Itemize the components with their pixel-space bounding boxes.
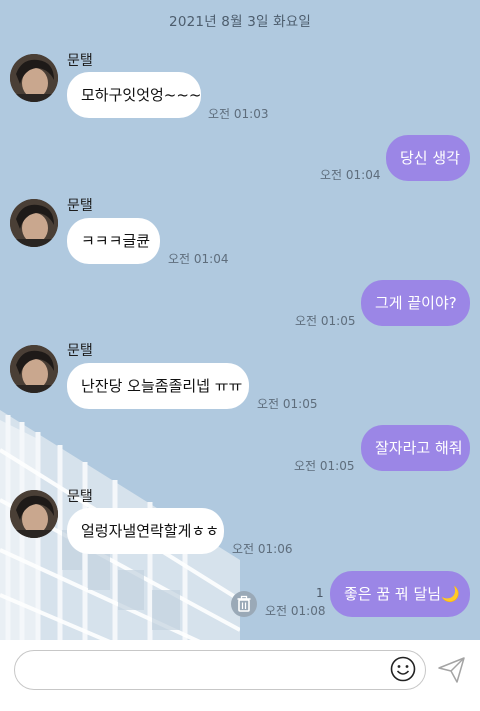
message-time: 오전 01:06: [232, 542, 293, 556]
avatar[interactable]: [10, 54, 58, 102]
unread-count: 1: [316, 586, 324, 600]
avatar[interactable]: [10, 199, 58, 247]
avatar[interactable]: [10, 345, 58, 393]
message-time: 오전 01:05: [295, 314, 356, 328]
message-time: 오전 01:05: [294, 459, 355, 473]
sender-name: 문탤: [67, 343, 93, 359]
message-time: 오전 01:08: [265, 604, 326, 618]
message-time: 오전 01:05: [257, 397, 318, 411]
message-bubble-outgoing[interactable]: 당신 생각: [386, 135, 470, 181]
message-input[interactable]: [29, 651, 383, 690]
emoji-icon[interactable]: [390, 656, 416, 682]
message-time: 오전 01:03: [208, 107, 269, 121]
sender-name: 문탤: [67, 489, 93, 505]
sender-name: 문탤: [67, 198, 93, 214]
message-bubble-incoming[interactable]: 모하구잇엇엉~~~: [67, 72, 202, 118]
message-time: 오전 01:04: [320, 168, 381, 182]
date-separator: 2021년 8월 3일 화요일: [169, 14, 311, 30]
sender-name: 문탤: [67, 53, 93, 69]
message-bubble-outgoing[interactable]: 잘자라고 해줘: [361, 425, 470, 471]
message-bubble-outgoing[interactable]: 좋은 꿈 꿔 달님🌙: [330, 571, 470, 617]
trash-icon[interactable]: [231, 591, 257, 617]
chat-area[interactable]: 2021년 8월 3일 화요일 문탤 모하구잇엇엉~~~ 오전 01:03 당신…: [0, 0, 480, 640]
message-time: 오전 01:04: [168, 252, 229, 266]
message-bubble-incoming[interactable]: 얼렁자낼연락할게ㅎㅎ: [67, 508, 224, 554]
send-icon[interactable]: [437, 656, 467, 684]
message-bubble-outgoing[interactable]: 그게 끝이야?: [361, 280, 470, 326]
avatar[interactable]: [10, 490, 58, 538]
message-input-bar: [0, 640, 480, 711]
message-bubble-incoming[interactable]: ㅋㅋㅋ글큔: [67, 218, 160, 264]
message-bubble-incoming[interactable]: 난잔당 오늘좀졸리넵 ㅠㅠ: [67, 363, 249, 409]
message-input-box[interactable]: [14, 650, 426, 690]
